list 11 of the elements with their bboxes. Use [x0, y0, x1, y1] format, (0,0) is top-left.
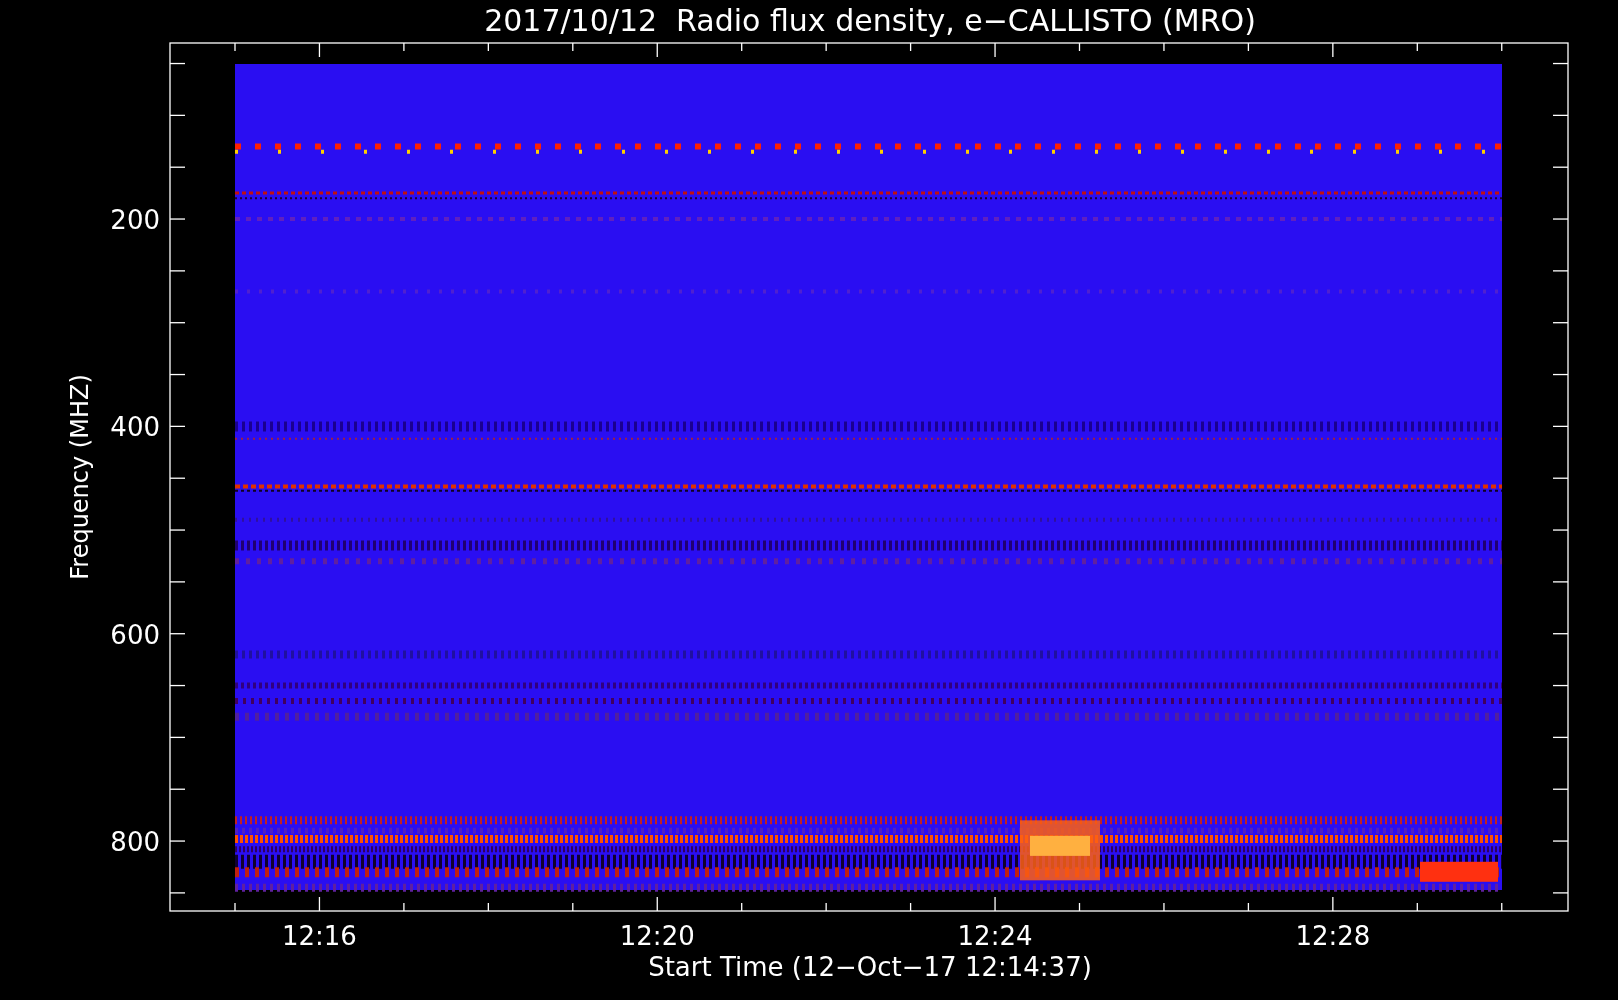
chart-title: 2017/10/12 Radio flux density, e−CALLISTO (MRO): [484, 3, 1256, 38]
tick-label: 600: [110, 619, 160, 650]
axis-label: Start Time (12−Oct−17 12:14:37): [648, 952, 1092, 982]
axis-label: Frequency (MHZ): [66, 374, 94, 580]
tick-label: 12:24: [957, 921, 1033, 951]
tick-label: 12:16: [282, 921, 357, 951]
tick-label: 400: [110, 412, 160, 443]
tick-label: 12:28: [1295, 921, 1371, 951]
tick-label: 12:20: [619, 921, 695, 951]
tick-label: 800: [110, 827, 160, 858]
tick-label: 200: [110, 205, 160, 236]
